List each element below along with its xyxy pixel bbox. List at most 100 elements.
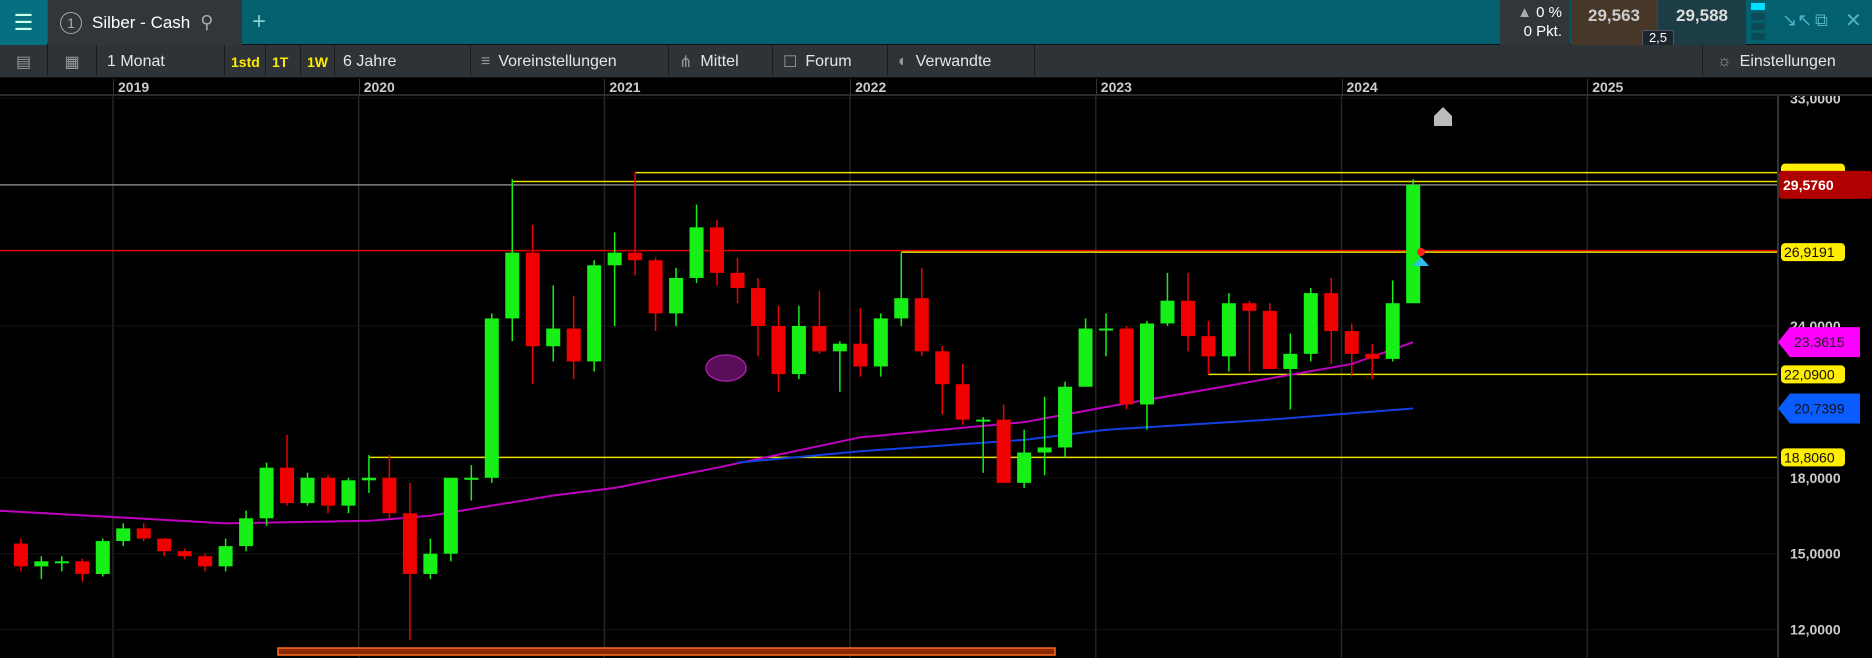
forum-button[interactable]: ☐ Forum <box>773 45 888 78</box>
candle-down <box>402 482 417 640</box>
up-triangle-icon: ▲ <box>1517 4 1532 21</box>
instrument-tab[interactable]: 1 Silber - Cash ⚲ <box>48 0 242 45</box>
candles-icon: ⋔ <box>679 53 693 71</box>
interval-1t-button[interactable]: 1T <box>266 45 301 78</box>
candle-body <box>628 252 643 261</box>
candle-body <box>1119 328 1134 405</box>
list-icon[interactable]: ▤ <box>0 45 48 78</box>
candle-body <box>116 528 131 542</box>
year-tick-label: 2025 <box>1587 79 1623 96</box>
layout-grid-icon[interactable]: ▦ <box>48 45 97 78</box>
candle-down <box>280 434 295 506</box>
interval-select[interactable]: 1 Monat <box>97 45 225 78</box>
candle-up <box>894 252 909 326</box>
candle-body <box>1078 328 1093 387</box>
interval-1std-button[interactable]: 1std <box>225 45 266 78</box>
candle-up <box>1139 320 1154 430</box>
candle-body <box>1324 293 1339 332</box>
candle-up <box>1078 318 1093 387</box>
magnifier-icon[interactable]: ⚲ <box>200 12 213 33</box>
candle-body <box>95 541 110 574</box>
candle-up <box>791 305 806 380</box>
candle-up <box>239 510 254 552</box>
candle-up <box>34 556 49 579</box>
candle-body <box>136 528 151 539</box>
annotation-ellipse[interactable] <box>705 354 747 382</box>
candle-body <box>791 326 806 375</box>
candle-up <box>1406 179 1421 304</box>
candle-body <box>669 277 684 314</box>
current-price-label: 29,5760 <box>1783 177 1834 193</box>
price-chart[interactable]: 33,000024,000018,000015,000012,000026,91… <box>0 0 1872 658</box>
candle-down <box>566 295 581 380</box>
candle-body <box>1262 310 1277 370</box>
candle-down <box>628 171 643 276</box>
candle-up <box>607 232 622 326</box>
popout-icon[interactable]: ⧉ <box>1815 10 1828 31</box>
price-tick-label: 18,0000 <box>1790 470 1841 486</box>
candle-body <box>607 252 622 266</box>
instrument-title: Silber - Cash <box>92 12 191 32</box>
related-label: Verwandte <box>915 52 992 70</box>
current-price-dot <box>1417 248 1425 256</box>
candle-up <box>669 267 684 326</box>
candle-body <box>402 513 417 574</box>
candle-body <box>832 343 847 352</box>
candle-up <box>1303 288 1318 362</box>
candle-up <box>443 477 458 562</box>
interval-1w-button[interactable]: 1W <box>301 45 335 78</box>
candle-down <box>648 257 663 332</box>
alert-marker-icon[interactable] <box>1434 107 1452 126</box>
candle-body <box>1160 300 1175 324</box>
date-axis: 2019 2020 2021 2022 2023 2024 2025 <box>0 78 1872 96</box>
candle-body <box>239 518 254 547</box>
year-tick-label: 2024 <box>1341 79 1378 96</box>
range-select[interactable]: 6 Jahre <box>335 45 471 78</box>
year-tick-label: 2019 <box>113 79 149 96</box>
candle-body <box>812 326 827 352</box>
forum-label: Forum <box>805 52 852 70</box>
candle-body <box>505 252 520 319</box>
hamburger-icon[interactable]: ☰ <box>0 0 47 45</box>
related-button[interactable]: ◐ Verwandte <box>888 45 1035 78</box>
candle-body <box>976 419 991 422</box>
candle-down <box>1201 320 1216 375</box>
candle-down <box>198 553 213 572</box>
candle-body <box>484 318 499 478</box>
candle-body <box>1201 336 1216 357</box>
candle-body <box>218 546 233 567</box>
candle-body <box>464 477 479 480</box>
candle-body <box>771 326 786 375</box>
candle-up <box>464 465 479 501</box>
candle-down <box>853 308 868 377</box>
plus-icon[interactable]: + <box>252 8 266 36</box>
candle-down <box>771 305 786 392</box>
annotation-range-bar[interactable] <box>277 647 1056 656</box>
candle-up <box>54 556 69 572</box>
candle-body <box>996 419 1011 483</box>
candle-body <box>280 467 295 504</box>
indicator-button[interactable]: ⋔ Mittel <box>669 45 773 78</box>
settings-label: Einstellungen <box>1739 52 1836 70</box>
sliders-icon: ≡ <box>481 52 491 70</box>
candle-body <box>157 538 172 552</box>
candle-down <box>136 523 151 542</box>
candle-up <box>361 455 376 493</box>
candle-down <box>1180 272 1195 352</box>
year-tick-label: 2022 <box>850 79 886 96</box>
candle-body <box>320 477 335 506</box>
level-price-label: 22,0900 <box>1784 366 1835 382</box>
settings-button[interactable]: ☼ Einstellungen <box>1702 45 1872 78</box>
price-tick-label: 15,0000 <box>1790 546 1841 562</box>
change-points: 0 Pkt. <box>1523 23 1562 40</box>
candle-body <box>382 477 397 514</box>
candle-body <box>1242 303 1257 311</box>
candle-down <box>914 267 929 357</box>
candle-up <box>116 523 131 547</box>
presets-button[interactable]: ≡ Voreinstellungen <box>471 45 669 78</box>
candle-up <box>1283 333 1298 410</box>
candle-up <box>1058 381 1073 458</box>
candle-up <box>1385 280 1400 362</box>
minimize-arrows-icon[interactable]: ↘↖ <box>1782 10 1812 31</box>
close-icon[interactable]: ✕ <box>1845 8 1862 33</box>
